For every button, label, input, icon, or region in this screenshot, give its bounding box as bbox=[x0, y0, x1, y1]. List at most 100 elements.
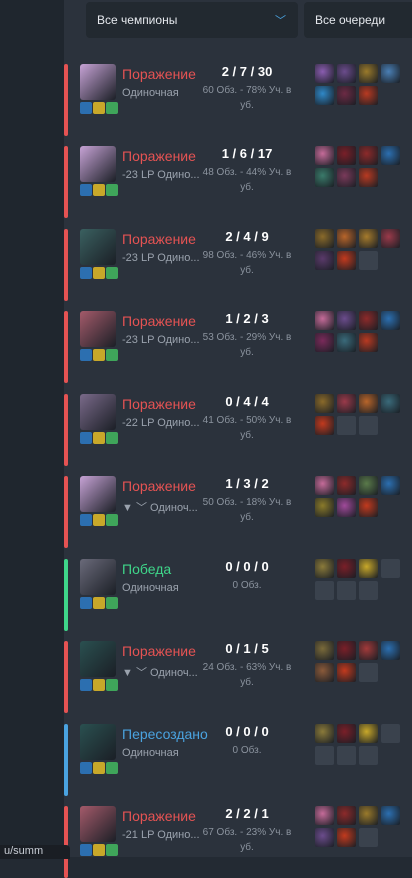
item-icon[interactable] bbox=[337, 64, 356, 83]
item-icon[interactable] bbox=[337, 168, 356, 187]
champion-portrait[interactable] bbox=[80, 724, 116, 760]
item-icon[interactable] bbox=[359, 394, 378, 413]
champion-portrait[interactable] bbox=[80, 394, 116, 430]
empty-item-slot[interactable] bbox=[359, 251, 378, 270]
match-row[interactable]: Поражение -22 LP Одино... 0 / 4 / 4 41 Обз.… bbox=[64, 394, 412, 466]
item-icon[interactable] bbox=[359, 229, 378, 248]
item-icon[interactable] bbox=[359, 64, 378, 83]
empty-item-slot[interactable] bbox=[359, 746, 378, 765]
item-icon[interactable] bbox=[381, 311, 400, 330]
item-icon[interactable] bbox=[315, 168, 334, 187]
match-row[interactable]: Поражение -23 LP Одино... 1 / 6 / 17 48 Обз… bbox=[64, 146, 412, 218]
item-icon[interactable] bbox=[315, 86, 334, 105]
item-icon[interactable] bbox=[315, 333, 334, 352]
champion-portrait[interactable] bbox=[80, 229, 116, 265]
champion-portrait[interactable] bbox=[80, 806, 116, 842]
empty-item-slot[interactable] bbox=[359, 663, 378, 682]
vision-kp-text-cont: уб. bbox=[240, 100, 254, 111]
item-icon[interactable] bbox=[337, 806, 356, 825]
item-icon[interactable] bbox=[359, 498, 378, 517]
empty-item-slot[interactable] bbox=[315, 746, 334, 765]
match-row[interactable]: Поражение -23 LP Одино... 1 / 2 / 3 53 Обз.… bbox=[64, 311, 412, 383]
match-result: Поражение bbox=[122, 478, 196, 494]
kda: 0 / 1 / 5 bbox=[225, 641, 269, 656]
empty-item-slot[interactable] bbox=[359, 581, 378, 600]
champion-portrait[interactable] bbox=[80, 311, 116, 347]
empty-item-slot[interactable] bbox=[381, 559, 400, 578]
item-icon[interactable] bbox=[315, 724, 334, 743]
item-icon[interactable] bbox=[359, 724, 378, 743]
item-icon[interactable] bbox=[337, 498, 356, 517]
item-icon[interactable] bbox=[381, 476, 400, 495]
item-icon[interactable] bbox=[337, 663, 356, 682]
item-icon[interactable] bbox=[337, 828, 356, 847]
item-icon[interactable] bbox=[315, 806, 334, 825]
empty-item-slot[interactable] bbox=[337, 746, 356, 765]
spell-icon bbox=[106, 844, 118, 856]
item-icon[interactable] bbox=[315, 416, 334, 435]
item-icon[interactable] bbox=[381, 64, 400, 83]
item-icon[interactable] bbox=[359, 311, 378, 330]
spell-icon bbox=[93, 679, 105, 691]
item-icon[interactable] bbox=[337, 724, 356, 743]
item-icon[interactable] bbox=[337, 476, 356, 495]
item-icon[interactable] bbox=[359, 806, 378, 825]
item-icon[interactable] bbox=[359, 333, 378, 352]
empty-item-slot[interactable] bbox=[381, 724, 400, 743]
item-icon[interactable] bbox=[337, 86, 356, 105]
match-row[interactable]: Поражение -21 LP Одино... 2 / 2 / 1 67 Обз.… bbox=[64, 806, 412, 878]
item-icon[interactable] bbox=[315, 229, 334, 248]
item-icon[interactable] bbox=[315, 64, 334, 83]
item-icon[interactable] bbox=[359, 641, 378, 660]
item-icon[interactable] bbox=[315, 641, 334, 660]
empty-item-slot[interactable] bbox=[337, 581, 356, 600]
item-icon[interactable] bbox=[315, 828, 334, 847]
empty-item-slot[interactable] bbox=[337, 416, 356, 435]
champion-portrait[interactable] bbox=[80, 64, 116, 100]
item-icon[interactable] bbox=[359, 559, 378, 578]
item-icon[interactable] bbox=[315, 146, 334, 165]
queue-type: Одиночная bbox=[122, 747, 179, 759]
item-icon[interactable] bbox=[337, 251, 356, 270]
champion-portrait[interactable] bbox=[80, 559, 116, 595]
champion-filter-dropdown[interactable]: Все чемпионы ﹀ bbox=[86, 2, 298, 38]
item-icon[interactable] bbox=[337, 333, 356, 352]
champion-portrait[interactable] bbox=[80, 146, 116, 182]
item-icon[interactable] bbox=[337, 641, 356, 660]
item-icon[interactable] bbox=[359, 146, 378, 165]
champion-portrait[interactable] bbox=[80, 476, 116, 512]
item-icon[interactable] bbox=[337, 311, 356, 330]
match-row[interactable]: Поражение -23 LP Одино... 2 / 4 / 9 98 Обз.… bbox=[64, 229, 412, 301]
item-icon[interactable] bbox=[381, 806, 400, 825]
item-icon[interactable] bbox=[381, 229, 400, 248]
item-icon[interactable] bbox=[359, 168, 378, 187]
match-row[interactable]: Поражение ▼ ﹀ Одиноч... 1 / 3 / 2 50 Обз. -… bbox=[64, 476, 412, 548]
match-row[interactable]: Поражение ▼ ﹀ Одиноч... 0 / 1 / 5 24 Обз. -… bbox=[64, 641, 412, 713]
item-icon[interactable] bbox=[337, 559, 356, 578]
match-row[interactable]: Поражение Одиночная 2 / 7 / 30 60 Обз. - 78… bbox=[64, 64, 412, 136]
item-icon[interactable] bbox=[337, 394, 356, 413]
spell-icon bbox=[93, 267, 105, 279]
champion-portrait[interactable] bbox=[80, 641, 116, 677]
match-row[interactable]: Победа Одиночная 0 / 0 / 0 0 Обз. bbox=[64, 559, 412, 631]
item-icon[interactable] bbox=[359, 476, 378, 495]
item-icon[interactable] bbox=[315, 559, 334, 578]
empty-item-slot[interactable] bbox=[315, 581, 334, 600]
empty-item-slot[interactable] bbox=[359, 416, 378, 435]
spell-icon bbox=[106, 349, 118, 361]
queue-filter-dropdown[interactable]: Все очереди bbox=[304, 2, 412, 38]
match-row[interactable]: Пересоздано Одиночная 0 / 0 / 0 0 Обз. bbox=[64, 724, 412, 796]
item-icon[interactable] bbox=[315, 663, 334, 682]
item-icon[interactable] bbox=[315, 476, 334, 495]
item-icon[interactable] bbox=[337, 146, 356, 165]
item-icon[interactable] bbox=[381, 146, 400, 165]
item-icon[interactable] bbox=[337, 229, 356, 248]
item-icon[interactable] bbox=[315, 251, 334, 270]
empty-item-slot[interactable] bbox=[359, 828, 378, 847]
item-icon[interactable] bbox=[315, 394, 334, 413]
item-icon[interactable] bbox=[381, 641, 400, 660]
item-icon[interactable] bbox=[359, 86, 378, 105]
item-icon[interactable] bbox=[381, 394, 400, 413]
item-icon[interactable] bbox=[315, 311, 334, 330]
item-icon[interactable] bbox=[315, 498, 334, 517]
